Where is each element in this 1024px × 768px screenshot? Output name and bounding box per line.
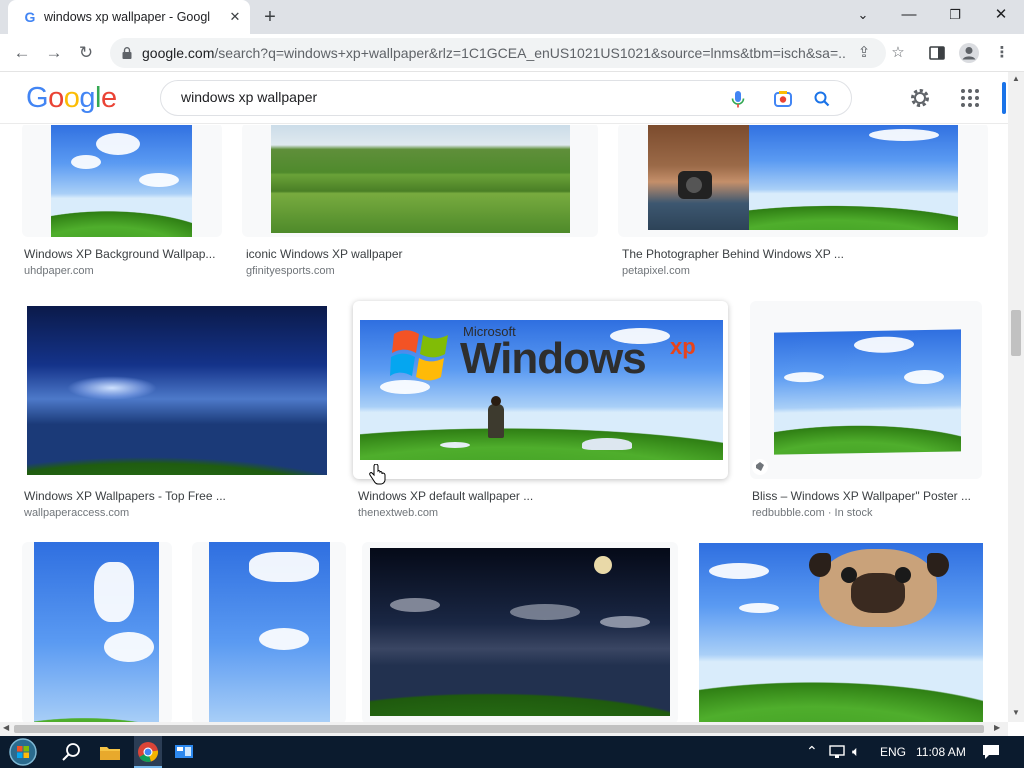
vertical-scroll-thumb[interactable] — [1011, 310, 1021, 356]
result-image[interactable] — [27, 306, 327, 475]
horizontal-scrollbar[interactable]: ◀ ▶ — [0, 722, 1008, 736]
apps-grid-icon[interactable] — [958, 86, 982, 110]
new-tab-button[interactable]: + — [258, 5, 282, 29]
result-image[interactable] — [271, 125, 570, 233]
back-icon[interactable]: ← — [8, 39, 36, 67]
result-title[interactable]: iconic Windows XP wallpaper — [246, 247, 586, 261]
account-button[interactable] — [1002, 82, 1006, 114]
result-title[interactable]: Windows XP Background Wallpap... — [24, 247, 220, 261]
file-explorer-icon[interactable] — [98, 740, 122, 764]
control-panel-icon[interactable] — [172, 740, 196, 764]
scroll-down-icon[interactable]: ▼ — [1012, 708, 1020, 717]
window-close-icon[interactable]: ✕ — [978, 0, 1024, 30]
image-results: Windows XP Background Wallpap... uhdpape… — [0, 125, 1008, 722]
search-box[interactable] — [160, 80, 852, 116]
search-input[interactable] — [181, 89, 681, 105]
result-image[interactable]: Microsoft Windows xp — [360, 320, 723, 460]
horizontal-scroll-thumb[interactable] — [14, 725, 984, 733]
tab-close-icon[interactable]: ✕ — [226, 8, 244, 26]
reload-icon[interactable]: ↻ — [72, 39, 100, 67]
tab-search-chevron-icon[interactable]: ⌄ — [840, 0, 886, 30]
google-logo[interactable]: Google — [26, 82, 117, 115]
profile-avatar-icon[interactable] — [958, 42, 980, 64]
result-image[interactable] — [34, 542, 159, 722]
forward-icon[interactable]: → — [40, 39, 68, 67]
result-source[interactable]: petapixel.com — [622, 265, 982, 277]
chrome-icon[interactable] — [136, 740, 160, 764]
windows-flag-logo-icon — [390, 330, 448, 381]
result-image[interactable] — [699, 543, 983, 722]
xp-wordmark: xp — [670, 334, 696, 359]
search-icon[interactable] — [60, 740, 84, 764]
search-icon[interactable] — [811, 88, 833, 110]
browser-toolbar: ← → ↻ google.com/search?q=windows+xp+wal… — [0, 34, 1024, 72]
tab-title: windows xp wallpaper - Google Search — [44, 10, 210, 24]
url-text[interactable]: google.com/search?q=windows+xp+wallpaper… — [142, 45, 847, 61]
result-image[interactable] — [370, 548, 670, 716]
minimize-icon[interactable]: — — [886, 0, 932, 30]
share-icon[interactable]: ⇪ — [854, 43, 874, 63]
language-indicator[interactable]: ENG — [880, 745, 906, 759]
network-icon[interactable] — [828, 744, 846, 760]
result-title[interactable]: Bliss – Windows XP Wallpaper" Poster ... — [752, 489, 988, 503]
tab-strip: G windows xp wallpaper - Google Search ✕… — [0, 0, 1024, 34]
google-favicon-icon: G — [24, 9, 36, 25]
show-hidden-icons-icon[interactable]: ⌃ — [806, 743, 818, 760]
notifications-icon[interactable] — [982, 744, 1000, 760]
google-header: Google — [0, 72, 1008, 124]
result-source[interactable]: uhdpaper.com — [24, 265, 220, 277]
microphone-icon[interactable] — [727, 88, 749, 110]
result-title[interactable]: The Photographer Behind Windows XP ... — [622, 247, 982, 261]
result-image[interactable] — [648, 125, 749, 230]
scroll-right-icon[interactable]: ▶ — [994, 723, 1000, 732]
hand-cursor-icon — [369, 464, 386, 485]
result-image[interactable] — [209, 542, 330, 722]
address-bar[interactable]: google.com/search?q=windows+xp+wallpaper… — [110, 38, 886, 68]
result-source[interactable]: redbubble.com · In stock — [752, 507, 988, 519]
result-source[interactable]: thenextweb.com — [358, 507, 698, 519]
tab-active[interactable]: G windows xp wallpaper - Google Search ✕ — [8, 0, 250, 34]
settings-gear-icon[interactable] — [908, 86, 932, 110]
windows-wordmark: Windows — [460, 334, 647, 383]
clock[interactable]: 11:08 AM — [916, 745, 966, 759]
result-source[interactable]: wallpaperaccess.com — [24, 507, 324, 519]
result-title[interactable]: Windows XP default wallpaper ... — [358, 489, 698, 503]
result-image[interactable] — [749, 125, 958, 230]
result-source[interactable]: gfinityesports.com — [246, 265, 586, 277]
start-orb-icon[interactable] — [8, 737, 38, 767]
scroll-left-icon[interactable]: ◀ — [3, 723, 9, 732]
scroll-up-icon[interactable]: ▲ — [1012, 74, 1020, 83]
result-title[interactable]: Windows XP Wallpapers - Top Free ... — [24, 489, 324, 503]
vertical-scrollbar[interactable]: ▲ ▼ — [1008, 72, 1024, 722]
volume-icon[interactable]: 🔈︎ — [852, 743, 860, 760]
shopping-tag-icon — [752, 459, 768, 475]
bookmark-star-icon[interactable]: ☆ — [888, 43, 908, 63]
restore-icon[interactable]: ❐ — [932, 0, 978, 30]
result-image[interactable] — [774, 329, 961, 455]
lens-camera-icon[interactable] — [772, 88, 794, 110]
side-panel-icon[interactable] — [928, 44, 946, 62]
taskbar: ⌃ 🔈︎ ENG 11:08 AM — [0, 736, 1024, 768]
lock-icon[interactable] — [120, 46, 134, 60]
result-image[interactable] — [51, 125, 192, 237]
browser-menu-icon[interactable]: ⋮ — [992, 43, 1012, 63]
